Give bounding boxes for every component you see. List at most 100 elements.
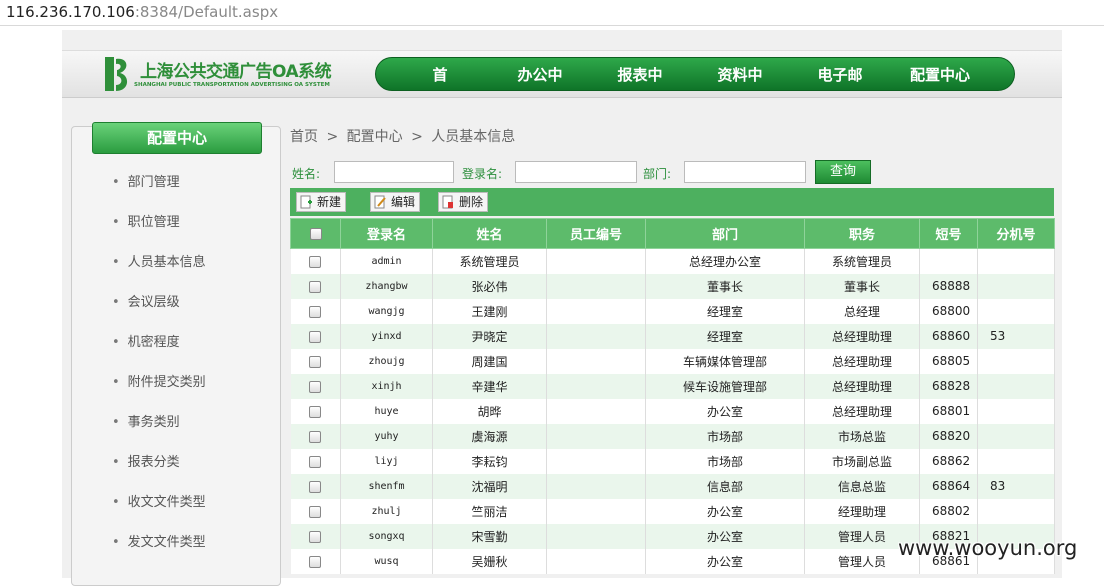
nav-home[interactable]: 首 (390, 64, 490, 85)
sidebar-item-outgoing-doc-type[interactable]: 发文文件类型 (72, 533, 282, 573)
cell-title: 信息总监 (804, 473, 920, 499)
cell-employee-id (546, 298, 646, 324)
table-row[interactable]: admin 系统管理员 总经理办公室 系统管理员 (290, 248, 1055, 274)
row-checkbox[interactable] (309, 380, 322, 393)
row-checkbox[interactable] (309, 530, 322, 543)
cell-short-no: 68820 (919, 423, 978, 449)
row-checkbox[interactable] (309, 305, 322, 318)
table-row[interactable]: huye 胡晔 办公室 总经理助理 68801 (290, 398, 1055, 424)
nav-office[interactable]: 办公中 (490, 64, 590, 85)
cell-login: yuhy (340, 423, 433, 449)
col-header-title[interactable]: 职务 (804, 218, 920, 249)
table-row[interactable]: zhulj 竺丽洁 办公室 经理助理 68802 (290, 498, 1055, 524)
nav-email[interactable]: 电子邮 (790, 64, 890, 85)
select-all-checkbox[interactable] (309, 227, 322, 240)
row-checkbox[interactable] (309, 355, 322, 368)
table-row[interactable]: shenfm 沈福明 信息部 信息总监 68864 83 (290, 473, 1055, 499)
col-header-name[interactable]: 姓名 (432, 218, 547, 249)
cell-login: songxq (340, 523, 433, 549)
search-form: 姓名: 登录名: 部门: 查询 (290, 160, 1056, 186)
row-checkbox[interactable] (309, 555, 322, 568)
table-row[interactable]: yinxd 尹晓定 经理室 总经理助理 68860 53 (290, 323, 1055, 349)
new-doc-icon (300, 195, 312, 209)
cell-title: 总经理助理 (804, 348, 920, 374)
breadcrumb-section[interactable]: 配置中心 (347, 129, 403, 145)
col-header-login[interactable]: 登录名 (340, 218, 433, 249)
app-header: 上海公共交通广告OA系统 SHANGHAI PUBLIC TRANSPORTAT… (62, 50, 1062, 98)
cell-employee-id (546, 273, 646, 299)
col-header-extension[interactable]: 分机号 (977, 218, 1055, 249)
row-checkbox[interactable] (309, 480, 322, 493)
row-checkbox[interactable] (309, 430, 322, 443)
brand-title: 上海公共交通广告OA系统 (140, 62, 332, 82)
nav-resources[interactable]: 资料中 (690, 64, 790, 85)
row-checkbox[interactable] (309, 330, 322, 343)
cell-title: 董事长 (804, 273, 920, 299)
cell-short-no: 68888 (919, 273, 978, 299)
name-input[interactable] (334, 161, 454, 183)
cell-name: 竺丽洁 (432, 498, 547, 524)
row-checkbox-cell (290, 373, 341, 399)
cell-extension (977, 498, 1055, 524)
sidebar-item-report-category[interactable]: 报表分类 (72, 453, 282, 493)
cell-login: liyj (340, 448, 433, 474)
col-header-dept[interactable]: 部门 (645, 218, 805, 249)
breadcrumb-current: 人员基本信息 (431, 129, 516, 145)
breadcrumb-separator: > (411, 129, 423, 145)
table-row[interactable]: wangjg 王建刚 经理室 总经理 68800 (290, 298, 1055, 324)
row-checkbox[interactable] (309, 280, 322, 293)
table-row[interactable]: liyj 李耘钧 市场部 市场副总监 68862 (290, 448, 1055, 474)
sidebar-item-meeting-level[interactable]: 会议层级 (72, 293, 282, 333)
cell-name: 辛建华 (432, 373, 547, 399)
sidebar-item-secrecy[interactable]: 机密程度 (72, 333, 282, 373)
sidebar-item-incoming-doc-type[interactable]: 收文文件类型 (72, 493, 282, 533)
sidebar-item-dept[interactable]: 部门管理 (72, 173, 282, 213)
table-body: admin 系统管理员 总经理办公室 系统管理员 zhangbw 张必伟 董事长 董事长 688… (290, 248, 1055, 574)
sidebar-item-position[interactable]: 职位管理 (72, 213, 282, 253)
breadcrumb-separator: > (326, 129, 339, 145)
login-input[interactable] (515, 161, 637, 183)
table-row[interactable]: xinjh 辛建华 候车设施管理部 总经理助理 68828 (290, 373, 1055, 399)
login-label: 登录名: (462, 167, 503, 181)
edit-button[interactable]: 编辑 (370, 192, 421, 212)
cell-name: 系统管理员 (432, 248, 547, 274)
row-checkbox[interactable] (309, 405, 322, 418)
nav-config-center[interactable]: 配置中心 (890, 64, 990, 85)
nav-reports[interactable]: 报表中 (590, 64, 690, 85)
table-row[interactable]: zhangbw 张必伟 董事长 董事长 68888 (290, 273, 1055, 299)
cell-employee-id (546, 473, 646, 499)
col-header-short-no[interactable]: 短号 (919, 218, 978, 249)
query-button[interactable]: 查询 (815, 160, 871, 184)
col-header-employee-id[interactable]: 员工编号 (546, 218, 646, 249)
delete-button[interactable]: 删除 (438, 192, 489, 212)
breadcrumb-home[interactable]: 首页 (290, 129, 318, 145)
cell-dept: 车辆媒体管理部 (645, 348, 805, 374)
cell-dept: 办公室 (645, 523, 805, 549)
row-checkbox[interactable] (309, 505, 322, 518)
sidebar-item-attachment-type[interactable]: 附件提交类别 (72, 373, 282, 413)
brand-subtitle: SHANGHAI PUBLIC TRANSPORTATION ADVERTISI… (134, 82, 330, 88)
cell-short-no: 68802 (919, 498, 978, 524)
dept-input[interactable] (684, 161, 806, 183)
row-checkbox-cell (290, 348, 341, 374)
table-row[interactable]: yuhy 虞海源 市场部 市场总监 68820 (290, 423, 1055, 449)
cell-extension: 53 (977, 323, 1055, 349)
cell-name: 宋雪勤 (432, 523, 547, 549)
table-row[interactable]: zhoujg 周建国 车辆媒体管理部 总经理助理 68805 (290, 348, 1055, 374)
cell-title: 经理助理 (804, 498, 920, 524)
sidebar-item-affair-type[interactable]: 事务类别 (72, 413, 282, 453)
cell-dept: 办公室 (645, 548, 805, 574)
cell-title: 市场总监 (804, 423, 920, 449)
address-bar[interactable]: 116.236.170.106:8384/Default.aspx (0, 0, 1104, 26)
delete-button-label: 删除 (459, 195, 484, 209)
cell-extension (977, 398, 1055, 424)
cell-name: 吴姗秋 (432, 548, 547, 574)
row-checkbox[interactable] (309, 255, 322, 268)
cell-employee-id (546, 523, 646, 549)
row-checkbox[interactable] (309, 455, 322, 468)
cell-employee-id (546, 423, 646, 449)
sidebar-item-staff-info[interactable]: 人员基本信息 (72, 253, 282, 293)
cell-login: wangjg (340, 298, 433, 324)
cell-extension (977, 423, 1055, 449)
new-button[interactable]: 新建 (296, 192, 347, 212)
